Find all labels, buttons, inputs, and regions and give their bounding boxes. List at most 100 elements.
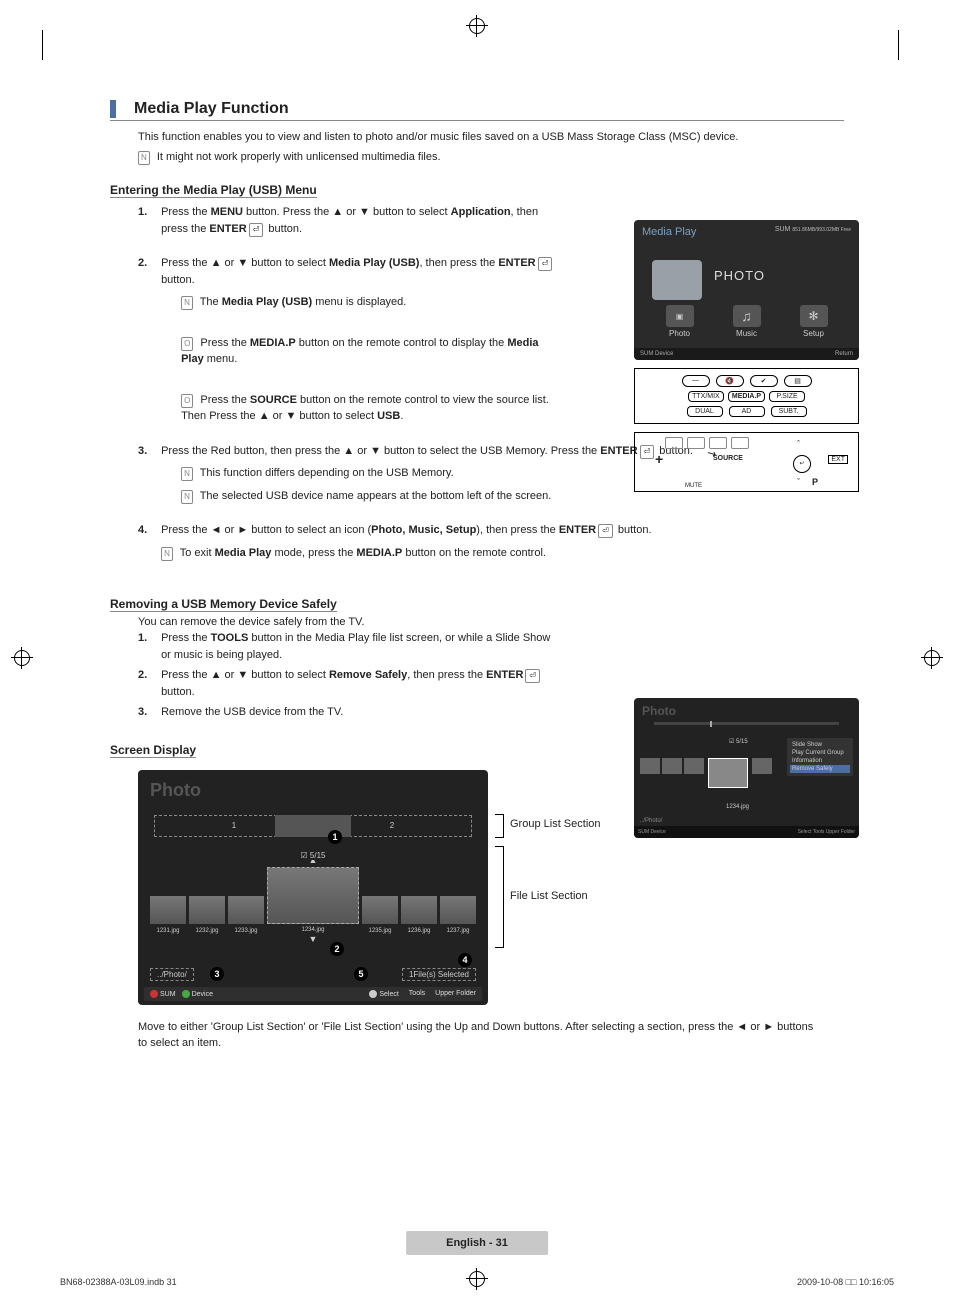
- ext-button: EXT: [828, 455, 848, 464]
- thumb: 1236.jpg: [401, 896, 437, 924]
- step-text: Press the ▲ or ▼ button to select Remove…: [161, 667, 561, 700]
- photo-tile: ▣Photo: [666, 305, 694, 338]
- enter-icon: ⏎: [525, 669, 540, 683]
- crop-mark-left: [14, 650, 30, 666]
- p-label: P: [812, 477, 818, 487]
- remote-btn-ad: AD: [729, 406, 765, 417]
- doc-timestamp: 2009-10-08 □□ 10:16:05: [797, 1277, 894, 1287]
- tip-icon: O: [181, 337, 193, 351]
- thumb: 1237.jpg: [440, 896, 476, 924]
- dot-icon: [369, 990, 377, 998]
- page-title-row: Media Play Function: [110, 100, 844, 121]
- bracket-label: File List Section: [510, 890, 588, 902]
- note-icon: N: [161, 547, 173, 561]
- arrow-down-icon: ▼: [142, 934, 484, 944]
- remote-buttons-2: + ↘ SOURCE ˆ ˇ ↵ EXT P MUTE: [634, 432, 859, 492]
- enter-icon: ⏎: [249, 223, 264, 237]
- step-number: 1.: [138, 630, 158, 647]
- gear-icon: ✻: [800, 305, 828, 327]
- tip-icon: O: [181, 394, 193, 408]
- remove-safely-screenshot: Photo ☑ 5/15 1234.jpg Slide Show Play Cu…: [634, 698, 859, 838]
- step-text: Press the TOOLS button in the Media Play…: [161, 630, 561, 663]
- volume-plus-icon: +: [655, 451, 663, 467]
- step-number: 3.: [138, 704, 158, 721]
- callout-5: 5: [354, 967, 368, 981]
- bracket: [495, 814, 504, 838]
- note-icon: N: [138, 151, 150, 165]
- selected-box: 1File(s) Selected: [402, 968, 476, 981]
- tv2-path: ../Photo/: [640, 818, 662, 824]
- crop-mark-right: [924, 650, 940, 666]
- thumb: [752, 758, 772, 774]
- callout-3: 3: [210, 967, 224, 981]
- screen-display-illustration: Photo 1 2 ☑ 5/15 ▲ 1231.jpg 1232.jpg 1233…: [138, 770, 488, 1005]
- trim-line: [898, 30, 899, 60]
- crop-mark-bottom: [469, 1271, 485, 1287]
- thumb-selected: 1234.jpg: [267, 867, 359, 924]
- intro-note: N It might not work properly with unlice…: [138, 149, 844, 166]
- remote-buttons-1: — 🔇 ✔ ▤ TTX/MIX MEDIA.P P.SIZE DUAL AD S…: [634, 368, 859, 424]
- file-counter: ☑ 5/15: [297, 851, 330, 860]
- tv2-groupbar: [654, 722, 839, 725]
- step-number: 1.: [138, 204, 158, 221]
- enter-icon: ⏎: [598, 524, 613, 538]
- thumb: [640, 758, 660, 774]
- bracket: [495, 846, 504, 948]
- photo-icon: ▣: [666, 305, 694, 327]
- thumb: [662, 758, 682, 774]
- step-number: 4.: [138, 522, 158, 539]
- note-icon: N: [181, 296, 193, 310]
- intro-text: This function enables you to view and li…: [138, 129, 844, 146]
- note-icon: N: [181, 467, 193, 481]
- step-number: 3.: [138, 443, 158, 460]
- tv2-counter: ☑ 5/15: [729, 738, 748, 745]
- music-icon: ♫: [733, 305, 761, 327]
- intro-note-text: It might not work properly with unlicens…: [157, 151, 441, 163]
- callout-1: 1: [328, 830, 342, 844]
- tv2-filename: 1234.jpg: [726, 804, 749, 810]
- remote-btn: —: [682, 375, 710, 387]
- bracket-label: Group List Section: [510, 818, 601, 830]
- file-list-area: ☑ 5/15 ▲ 1231.jpg 1232.jpg 1233.jpg 1234…: [142, 855, 484, 935]
- sd-title: Photo: [138, 770, 488, 811]
- callout-4: 4: [458, 953, 472, 967]
- section-heading: Screen Display: [110, 743, 196, 758]
- thumb-selected: [708, 758, 748, 788]
- section-heading: Entering the Media Play (USB) Menu: [110, 183, 317, 198]
- dot-green-icon: [182, 990, 190, 998]
- tools-highlight: Remove Safely: [790, 765, 850, 773]
- remote-btn-check-icon: ✔: [750, 375, 778, 387]
- thumb: [684, 758, 704, 774]
- footer-paragraph: Move to either 'Group List Section' or '…: [138, 1019, 816, 1052]
- section-heading: Removing a USB Memory Device Safely: [110, 597, 337, 612]
- remote-btn-mute-icon: 🔇: [716, 375, 744, 387]
- remote-btn-psize: P.SIZE: [769, 391, 805, 402]
- music-tile: ♫Music: [733, 305, 761, 338]
- enter-icon: ⏎: [538, 257, 553, 271]
- setup-tile: ✻Setup: [800, 305, 828, 338]
- remote-btn-ttxmix: TTX/MIX: [688, 391, 724, 402]
- thumb: 1235.jpg: [362, 896, 398, 924]
- step-text: Press the ▲ or ▼ button to select Media …: [161, 255, 561, 425]
- thumb: 1231.jpg: [150, 896, 186, 924]
- step-text: Press the MENU button. Press the ▲ or ▼ …: [161, 204, 561, 237]
- page-number: English - 31: [406, 1231, 548, 1255]
- camera-icon: [652, 260, 702, 300]
- photo-large-label: PHOTO: [714, 268, 765, 283]
- dpad-up-icon: ˆ: [797, 439, 800, 449]
- remote-btn-mediap: MEDIA.P: [728, 391, 765, 402]
- section2-intro: You can remove the device safely from th…: [138, 616, 844, 628]
- crop-mark-top: [469, 18, 485, 34]
- tools-popup: Slide Show Play Current Group Informatio…: [787, 738, 853, 776]
- tv1-title: Media Play: [642, 226, 696, 238]
- path-box: ../Photo/: [150, 968, 194, 981]
- tv2-thumbs: [634, 754, 778, 792]
- thumb: 1233.jpg: [228, 896, 264, 924]
- remote-btn: ▤: [784, 375, 812, 387]
- remote-btn-dual: DUAL: [687, 406, 723, 417]
- callout-2: 2: [330, 942, 344, 956]
- thumb: 1232.jpg: [189, 896, 225, 924]
- dot-red-icon: [150, 990, 158, 998]
- tv2-title: Photo: [634, 698, 859, 724]
- sd-footer: SUM Device Select Tools Upper Folder: [144, 987, 482, 1001]
